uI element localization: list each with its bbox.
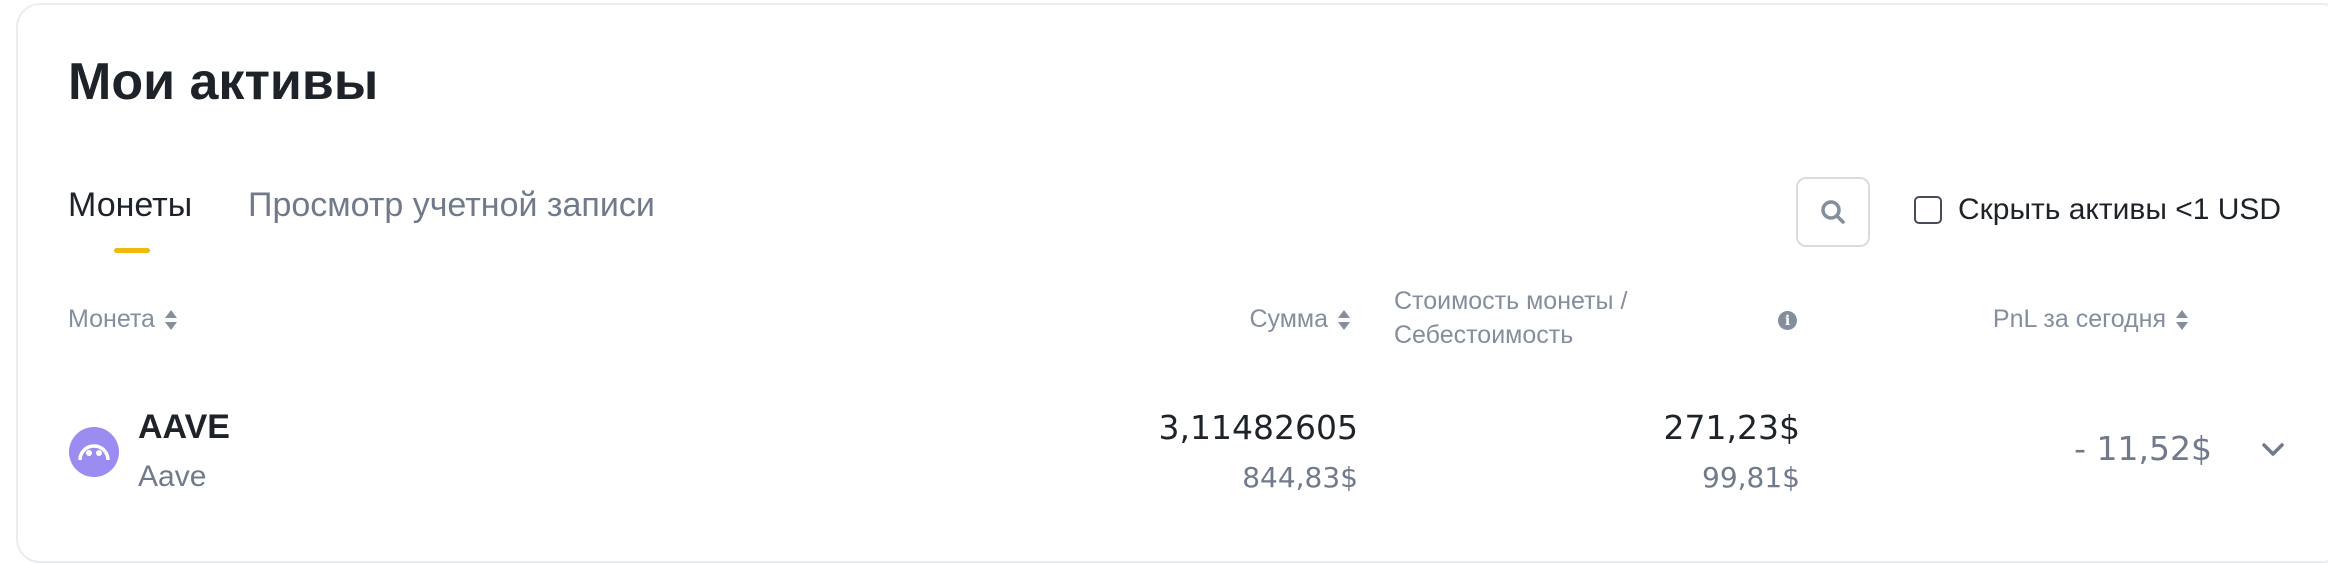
column-header-price-label: Стоимость монеты / [1394,287,1628,315]
active-tab-indicator [114,248,150,253]
column-header-coin-label: Монета [68,305,155,333]
sort-icon [1338,309,1350,331]
search-button[interactable] [1796,177,1870,247]
column-header-price-cost: Стоимость монеты / Себестоимость [1394,284,1627,352]
hide-small-assets-checkbox[interactable] [1914,196,1942,224]
column-header-amount-label: Сумма [1249,305,1328,333]
tab-account-view[interactable]: Просмотр учетной записи [248,183,655,227]
column-header-amount[interactable]: Сумма [1249,302,1350,336]
search-icon [1821,200,1845,224]
column-header-pnl-label: PnL за сегодня [1992,305,2166,333]
page-title: Мои активы [68,53,379,111]
column-header-pnl[interactable]: PnL за сегодня [1993,302,2188,336]
sort-icon [164,309,177,331]
info-icon[interactable]: i [1778,311,1797,330]
tab-coins[interactable]: Монеты [68,183,192,227]
column-header-cost-label: Себестоимость [1394,321,1574,349]
pnl-today: - 11,52$ [2074,429,2212,468]
coin-price: 271,23$ [1663,408,1800,447]
table-row[interactable]: AAVE Aave 3,11482605 844,83$ 271,23$ 99,… [0,400,2328,510]
chevron-down-icon[interactable] [2258,438,2288,462]
coin-cost-basis: 99,81$ [1702,461,1800,494]
hide-small-assets-toggle[interactable]: Скрыть активы <1 USD [1914,190,2281,230]
hide-small-assets-label: Скрыть активы <1 USD [1958,193,2282,226]
coin-name: Aave [138,460,207,493]
coin-amount-value: 844,83$ [1242,461,1358,494]
sort-icon [2176,309,2188,331]
column-header-coin[interactable]: Монета [68,302,177,336]
aave-logo-icon [69,427,119,477]
coin-symbol: AAVE [138,408,230,446]
coin-amount: 3,11482605 [1158,408,1358,447]
